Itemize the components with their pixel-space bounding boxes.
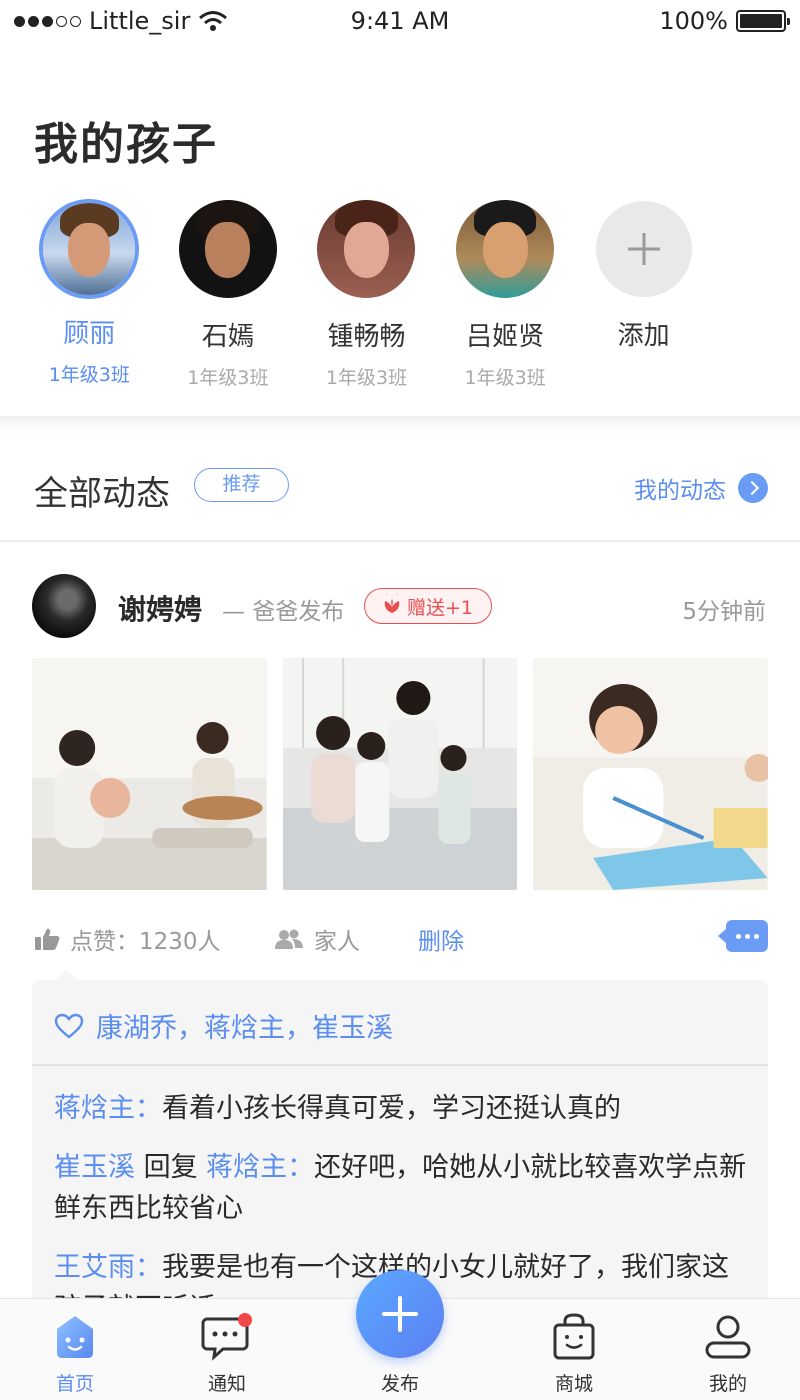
mother-daughter-guitar-photo [32,658,267,890]
comment-user[interactable]: 崔玉溪 [54,1152,135,1183]
tab-label: 首页 [55,1373,94,1395]
feed-header: 全部动态 推荐 我的动态 [34,464,768,514]
thumbs-up-icon [35,928,60,950]
shopping-bag-icon [553,1313,595,1360]
kid-class: 1年级3班 [48,364,130,386]
visibility-indicator[interactable]: 家人 [274,922,360,956]
feed-title: 全部动态 [34,474,170,514]
divider [32,1064,768,1066]
post-photos [32,658,769,890]
family-sofa-photo [282,658,518,890]
recommend-tag[interactable]: 推荐 [194,468,289,502]
tab-label: 发布 [380,1373,419,1395]
kid-item-3[interactable]: 吕姬贤 1年级3班 [436,200,575,390]
add-kid-button[interactable]: 添加 [574,200,713,390]
kid-name: 吕姬贤 [466,322,545,352]
gift-badge[interactable]: 赠送+1 [364,588,492,624]
tab-label: 商城 [554,1373,593,1395]
tab-label: 通知 [207,1373,246,1395]
kid-class: 1年级3班 [464,367,546,389]
kid-class: 1年级3班 [325,367,408,389]
family-icon [275,929,303,949]
like-button[interactable]: 点赞：1230人 [34,922,221,956]
plus-icon [595,201,692,297]
comment-text: 看着小孩长得真可爱，学习还挺认真的 [162,1093,621,1124]
delete-button[interactable]: 删除 [418,922,464,956]
message-icon [201,1313,252,1361]
flower-icon [384,599,400,613]
status-right: 100% [659,7,790,35]
kid-item-1[interactable]: 石嫣 1年级3班 [159,200,298,390]
chevron-right-icon [738,473,768,503]
reply-to-user[interactable]: 蒋焓主： [206,1152,314,1183]
my-activity-link[interactable]: 我的动态 [634,471,768,505]
comment-item[interactable]: 崔玉溪 回复 蒋焓主：还好吧，哈她从小就比较喜欢学点新鲜东西比较省心 [54,1147,754,1229]
kid-avatar [456,200,555,298]
battery-icon [736,10,790,32]
likers-names[interactable]: 康湖乔，蒋焓主，崔玉溪 [96,1006,393,1045]
heart-icon [54,1013,84,1039]
kid-item-2[interactable]: 锺畅畅 1年级3班 [297,200,436,390]
battery-percent: 100% [659,7,728,35]
add-kid-label: 添加 [617,321,670,351]
visibility-label: 家人 [314,929,360,955]
post-photo[interactable] [282,658,518,890]
my-activity-label: 我的动态 [634,478,726,504]
girl-drawing-photo [533,658,769,890]
author-avatar[interactable] [32,574,96,638]
kid-name: 锺畅畅 [327,322,406,352]
comment-user[interactable]: 蒋焓主： [54,1093,162,1124]
section-divider [0,416,800,436]
status-bar: Little_sir 9:41 AM 100% [0,0,800,44]
kid-name: 顾丽 [63,319,116,349]
post-photo[interactable] [32,658,267,890]
likers-row: 康湖乔，蒋焓主，崔玉溪 [54,1006,393,1045]
kid-name: 石嫣 [201,322,254,352]
more-options-icon[interactable] [718,920,768,952]
comment-panel: 康湖乔，蒋焓主，崔玉溪 蒋焓主：看着小孩长得真可爱，学习还挺认真的 崔玉溪 回复… [32,970,768,1324]
kid-class: 1年级3班 [187,367,269,389]
post-actions: 点赞：1230人 家人 删除 [34,920,768,956]
user-icon [705,1315,751,1359]
post-time: 5分钟前 [682,599,766,625]
home-face-icon [57,1316,93,1358]
kid-avatar [317,200,416,298]
kid-avatar [43,203,136,295]
publish-plus-button[interactable] [356,1270,444,1358]
like-count: 点赞：1230人 [70,929,221,955]
post-photo[interactable] [533,658,769,890]
post-author[interactable]: 谢娉娉 [118,588,202,628]
comment-item[interactable]: 蒋焓主：看着小孩长得真可爱，学习还挺认真的 [54,1088,754,1129]
kids-list: 顾丽 1年级3班 石嫣 1年级3班 锺畅畅 1年级3班 吕姬贤 1年级3班 添加 [20,200,780,390]
tab-label: 我的 [708,1373,747,1395]
page-title: 我的孩子 [34,119,218,170]
reply-word: 回复 [135,1152,207,1183]
post-role: — 爸爸发布 [222,599,345,625]
kid-avatar [178,200,277,298]
gift-label: 赠送+1 [406,596,473,619]
comment-user[interactable]: 王艾雨： [54,1252,162,1283]
kid-item-0[interactable]: 顾丽 1年级3班 [20,200,159,390]
divider [0,540,800,542]
